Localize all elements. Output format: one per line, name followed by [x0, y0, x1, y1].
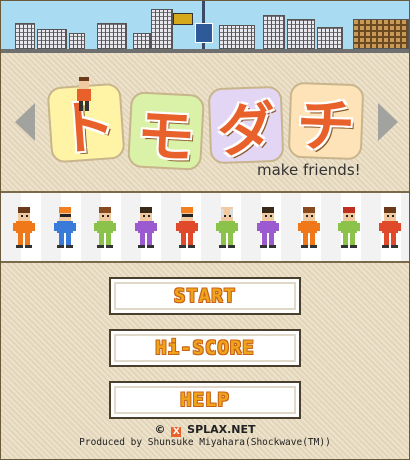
logo-character: ダ [215, 95, 277, 165]
building [97, 23, 127, 49]
help-button[interactable]: HELP [109, 381, 301, 419]
prev-arrow-button[interactable] [15, 103, 35, 141]
building [133, 33, 151, 49]
traffic-light-icon [173, 13, 193, 25]
character-sprite [13, 207, 35, 248]
character-sprite [297, 207, 320, 248]
building [287, 19, 315, 49]
character-sprite [134, 207, 157, 248]
building [219, 25, 255, 49]
start-button[interactable]: START [109, 277, 301, 315]
logo-tile: ダ [207, 85, 285, 165]
character-sprite [94, 207, 117, 248]
brick-building [353, 19, 409, 49]
building [317, 27, 343, 49]
logo-tile: チ [287, 81, 365, 161]
splax-logo-icon: X [171, 427, 182, 437]
building [37, 29, 67, 49]
building [263, 15, 285, 49]
logo-tile: モ [127, 91, 205, 171]
next-arrow-button[interactable] [378, 103, 398, 141]
building [151, 9, 173, 49]
character-sprite [53, 207, 76, 248]
splax-link[interactable]: © X SPLAX.NET [1, 423, 409, 437]
character-parade [1, 191, 409, 263]
logo-character: モ [134, 100, 197, 172]
character-sprite [378, 207, 401, 248]
splax-site: SPLAX.NET [187, 423, 256, 436]
logo-character: チ [295, 91, 356, 161]
street [1, 49, 409, 53]
character-sprite [175, 207, 198, 248]
tagline: make friends! [257, 161, 361, 179]
game-screen: ト モ ダ チ make friends! START Hi-SCORE HEL… [0, 0, 410, 460]
building [15, 23, 35, 49]
character-sprite [256, 207, 279, 248]
road-sign-icon [195, 23, 213, 43]
character-sprite [338, 207, 361, 248]
help-label: HELP [180, 389, 230, 411]
start-label: START [173, 285, 237, 307]
hi-score-button[interactable]: Hi-SCORE [109, 329, 301, 367]
city-skyline [1, 1, 409, 53]
mascot-icon [77, 77, 91, 111]
character-sprite [216, 207, 239, 248]
character-list [7, 205, 407, 253]
game-logo: ト モ ダ チ make friends! [43, 77, 367, 179]
copyright-symbol: © [154, 423, 166, 436]
credit-line: Produced by Shunsuke Miyahara(Shockwave(… [79, 437, 331, 448]
building [69, 33, 85, 49]
hi-score-label: Hi-SCORE [155, 337, 255, 359]
